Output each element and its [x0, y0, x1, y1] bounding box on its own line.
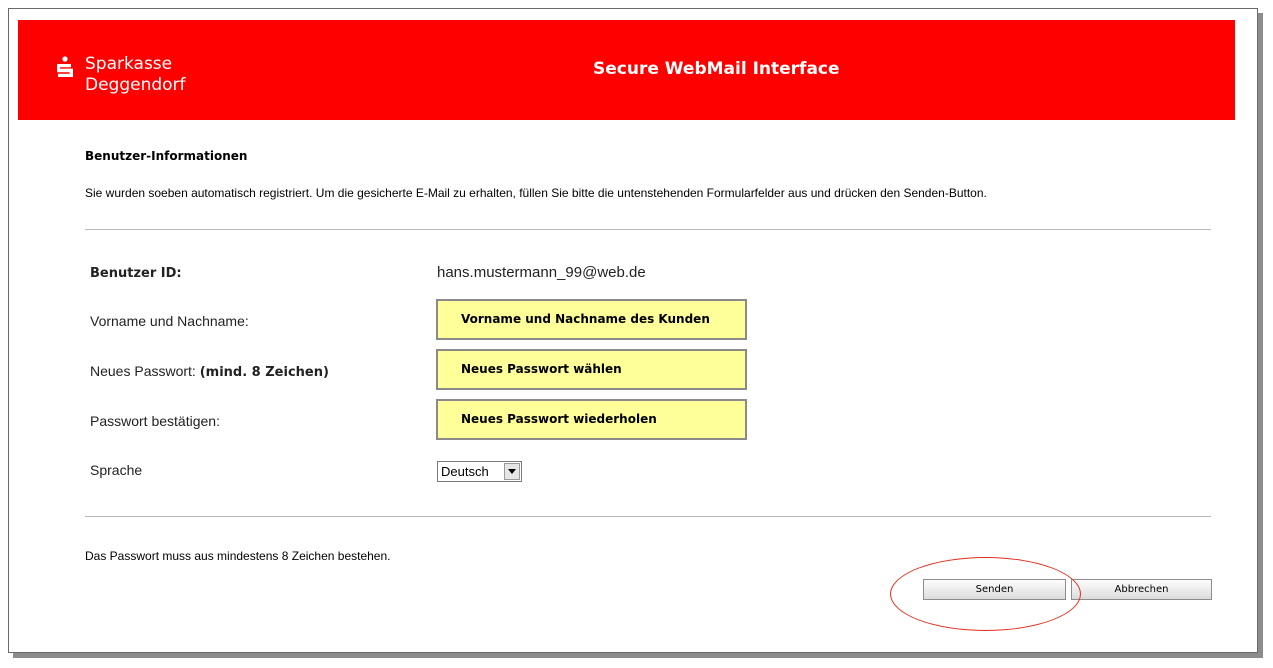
language-selected-value: Deutsch — [441, 464, 489, 479]
sparkasse-s-icon — [57, 56, 73, 77]
intro-text: Sie wurden soeben automatisch registrier… — [85, 186, 987, 200]
dropdown-button[interactable] — [504, 463, 520, 480]
user-id-label: Benutzer ID: — [90, 266, 182, 281]
name-field[interactable]: Vorname und Nachname des Kunden — [436, 299, 747, 340]
confirm-password-field[interactable]: Neues Passwort wiederholen — [436, 399, 747, 440]
name-field-value: Vorname und Nachname des Kunden — [461, 312, 710, 326]
divider-top — [85, 229, 1211, 230]
password-field-value: Neues Passwort wählen — [461, 362, 622, 376]
user-id-value: hans.mustermann_99@web.de — [437, 264, 646, 281]
logo-line-1: Sparkasse — [85, 54, 173, 74]
name-label: Vorname und Nachname: — [90, 313, 249, 329]
divider-bottom — [85, 516, 1211, 517]
chevron-down-icon — [508, 469, 516, 474]
page-title: Secure WebMail Interface — [593, 59, 840, 79]
confirm-password-label: Passwort bestätigen: — [90, 413, 220, 429]
password-field[interactable]: Neues Passwort wählen — [436, 349, 747, 390]
password-hint: (mind. 8 Zeichen) — [199, 365, 329, 380]
highlight-circle — [890, 557, 1081, 631]
logo-text: Sparkasse Deggendorf — [85, 54, 186, 96]
confirm-password-field-value: Neues Passwort wiederholen — [461, 412, 657, 426]
logo-line-2: Deggendorf — [85, 75, 186, 95]
password-label: Neues Passwort: (mind. 8 Zeichen) — [90, 363, 329, 380]
password-label-text: Neues Passwort: — [90, 363, 200, 379]
language-select[interactable]: Deutsch — [437, 461, 522, 482]
header-banner: Sparkasse Deggendorf Secure WebMail Inte… — [18, 20, 1235, 120]
cancel-button[interactable]: Abbrechen — [1071, 579, 1212, 600]
language-label: Sprache — [90, 462, 143, 478]
password-requirement-note: Das Passwort muss aus mindestens 8 Zeich… — [85, 549, 391, 563]
section-title: Benutzer-Informationen — [85, 149, 248, 163]
